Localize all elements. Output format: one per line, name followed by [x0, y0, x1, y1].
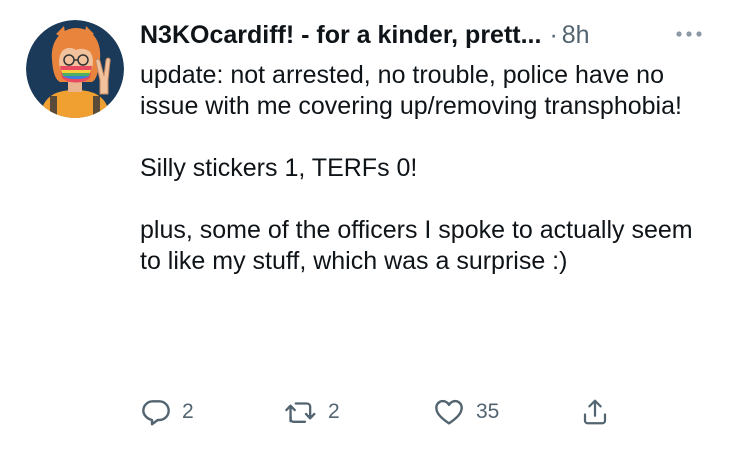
more-options-button[interactable] — [672, 22, 706, 46]
retweet-button[interactable]: 2 — [284, 392, 340, 432]
heart-icon — [435, 399, 463, 425]
share-icon — [583, 399, 607, 425]
reply-count: 2 — [182, 400, 194, 423]
share-button[interactable] — [580, 392, 610, 432]
reply-icon — [142, 400, 170, 426]
tweet-paragraph: Silly stickers 1, TERFs 0! — [140, 154, 418, 182]
like-button[interactable]: 35 — [432, 392, 499, 432]
more-horizontal-icon — [676, 31, 702, 37]
display-name[interactable]: N3KOcardiff! - for a kinder, prett... — [140, 21, 541, 50]
timestamp[interactable]: 8h — [562, 21, 590, 50]
retweet-icon — [285, 402, 316, 423]
avatar[interactable] — [26, 20, 124, 118]
cartoon-avatar-icon — [26, 20, 124, 118]
tweet[interactable]: N3KOcardiff! - for a kinder, prett... · … — [0, 0, 733, 469]
tweet-header: N3KOcardiff! - for a kinder, prett... · … — [140, 18, 590, 52]
retweet-count: 2 — [328, 400, 340, 423]
tweet-text: update: not arrested, no trouble, police… — [140, 60, 720, 277]
reply-button[interactable]: 2 — [140, 392, 194, 432]
tweet-paragraph: plus, some of the officers I spoke to ac… — [140, 216, 693, 275]
separator-dot: · — [549, 20, 558, 49]
like-count: 35 — [476, 400, 500, 423]
tweet-paragraph: update: not arrested, no trouble, police… — [140, 61, 682, 120]
